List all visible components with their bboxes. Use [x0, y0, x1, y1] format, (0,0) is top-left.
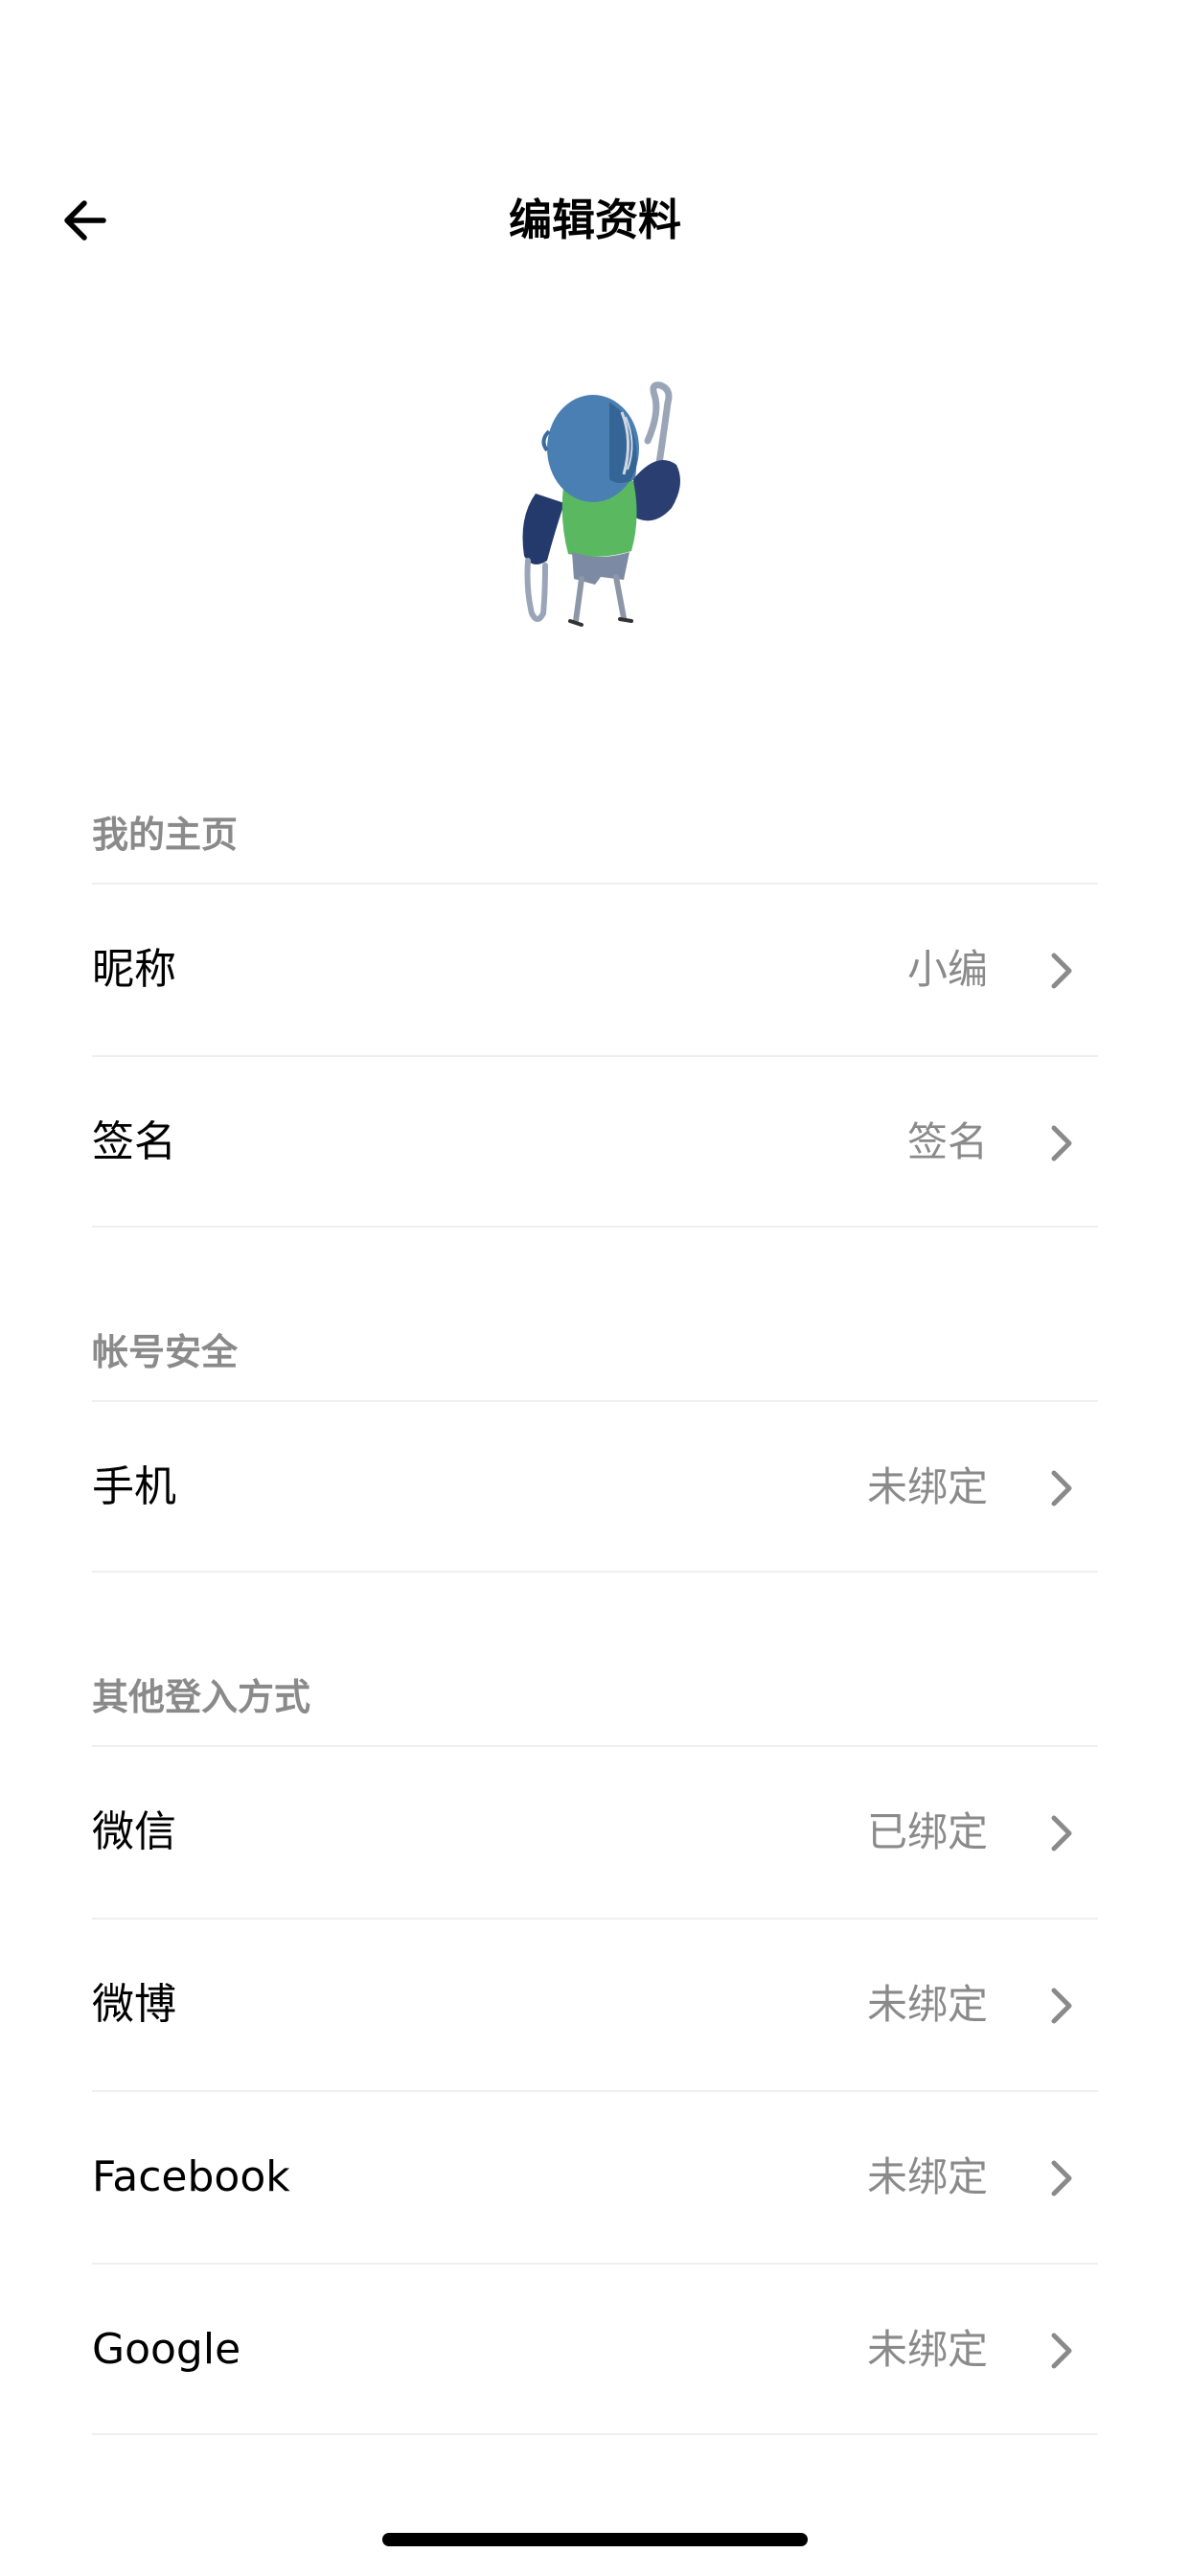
chevron-right-icon	[1042, 2157, 1081, 2199]
back-button[interactable]	[38, 172, 134, 268]
row-value: 已绑定	[866, 1808, 988, 1855]
row-weibo[interactable]: 微博 未绑定	[92, 1918, 1098, 2090]
chevron-right-icon	[1042, 950, 1081, 992]
row-wechat[interactable]: 微信 已绑定	[92, 1745, 1098, 1918]
chevron-right-icon	[1042, 2330, 1081, 2372]
section-header-security: 帐号安全	[92, 1331, 239, 1373]
chevron-right-icon	[1042, 1122, 1081, 1164]
home-indicator[interactable]	[382, 2533, 808, 2546]
page-title: 编辑资料	[508, 195, 681, 245]
nav-bar: 编辑资料	[0, 163, 1190, 278]
row-label: 微博	[92, 1980, 176, 2029]
chevron-right-icon	[1042, 1467, 1081, 1509]
row-value: 小编	[906, 946, 988, 993]
row-phone[interactable]: 手机 未绑定	[92, 1400, 1098, 1573]
row-google[interactable]: Google 未绑定	[92, 2263, 1098, 2435]
row-label: Facebook	[92, 2152, 290, 2201]
row-value: 未绑定	[866, 1463, 988, 1510]
row-label: 微信	[92, 1807, 176, 1856]
row-label: 昵称	[92, 945, 176, 994]
avatar[interactable]	[490, 374, 700, 632]
row-signature[interactable]: 签名 签名	[92, 1055, 1098, 1228]
section-header-other-login: 其他登入方式	[92, 1676, 311, 1718]
section-header-homepage: 我的主页	[92, 814, 239, 856]
chevron-right-icon	[1042, 1985, 1081, 2027]
chevron-right-icon	[1042, 1812, 1081, 1854]
row-label: 签名	[92, 1117, 176, 1166]
row-label: 手机	[92, 1462, 176, 1511]
row-value: 签名	[906, 1118, 988, 1165]
row-value: 未绑定	[866, 1981, 988, 2028]
arrow-left-icon	[64, 200, 106, 241]
row-value: 未绑定	[866, 2326, 988, 2373]
row-nickname[interactable]: 昵称 小编	[92, 883, 1098, 1055]
row-facebook[interactable]: Facebook 未绑定	[92, 2090, 1098, 2263]
row-value: 未绑定	[866, 2153, 988, 2200]
row-label: Google	[92, 2325, 241, 2374]
avatar-illustration-icon	[522, 381, 680, 627]
